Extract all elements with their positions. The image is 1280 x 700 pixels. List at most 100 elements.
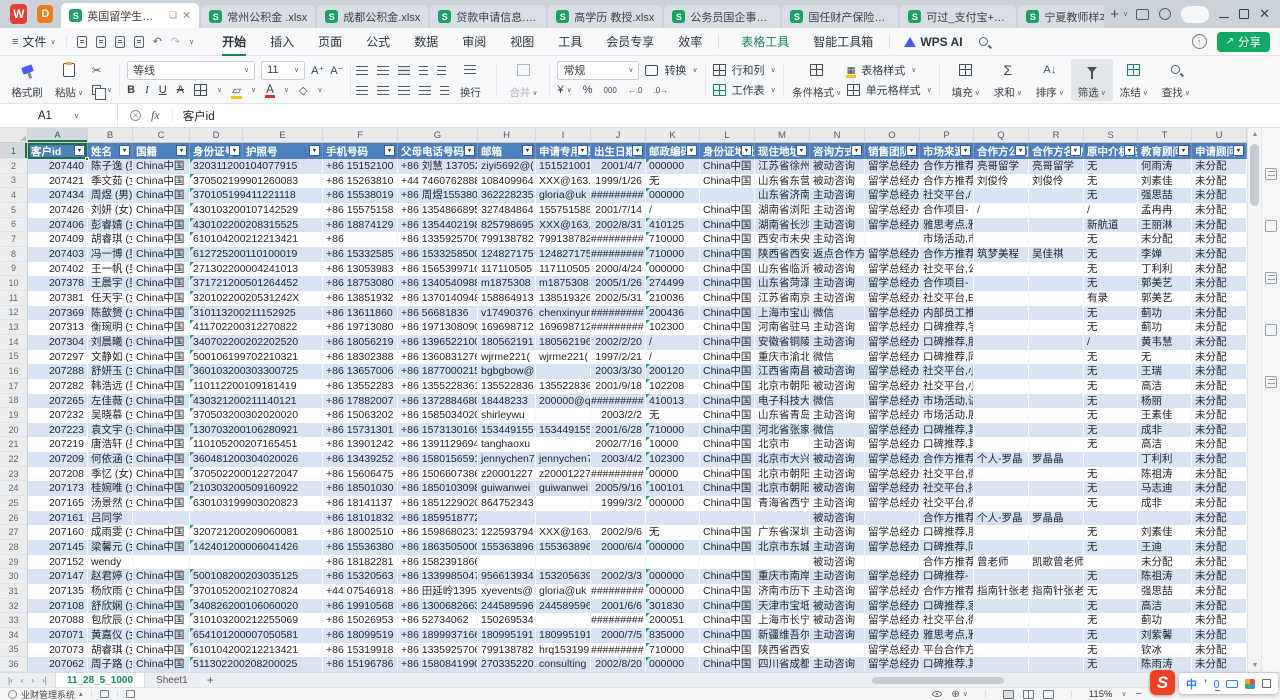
- align-right-icon[interactable]: [398, 86, 410, 95]
- cell[interactable]: 未分配: [1192, 599, 1247, 614]
- cell[interactable]: 刘俊伶: [1029, 174, 1084, 189]
- cell[interactable]: shirleywu: [478, 408, 536, 423]
- cell[interactable]: 956613934: [478, 569, 536, 584]
- cell[interactable]: China中国: [700, 467, 755, 482]
- cell[interactable]: xyevents@: [478, 584, 536, 599]
- row-number-16[interactable]: 16: [0, 364, 28, 379]
- cell[interactable]: China中国: [133, 423, 190, 438]
- cell[interactable]: 留学总经办: [865, 599, 920, 614]
- row-number-27[interactable]: 27: [0, 525, 28, 540]
- cell[interactable]: China中国: [133, 350, 190, 365]
- cell[interactable]: China中国: [700, 350, 755, 365]
- cell[interactable]: 成雨雯 (女): [88, 525, 133, 540]
- cell[interactable]: 未分配: [1192, 247, 1247, 262]
- cell[interactable]: +86 1851229020: [398, 496, 478, 511]
- cell[interactable]: +86 13611860: [323, 306, 398, 321]
- cell[interactable]: 207282: [28, 379, 88, 394]
- cell[interactable]: 留学总经办: [865, 657, 920, 672]
- cell[interactable]: 留学总经办: [865, 306, 920, 321]
- cell[interactable]: China中国: [133, 481, 190, 496]
- cell[interactable]: 市场活动,展会: [920, 408, 974, 423]
- document-tab[interactable]: S贷款申请信息.xlsx: [430, 5, 546, 28]
- cell[interactable]: 社交平台,E: [920, 291, 974, 306]
- preview-icon[interactable]: [134, 36, 144, 48]
- cell[interactable]: 710000: [646, 423, 700, 438]
- cell[interactable]: 亮哥留学: [974, 159, 1029, 174]
- cell[interactable]: 主动咨询: [810, 218, 865, 233]
- cell[interactable]: 吕同学: [88, 511, 133, 526]
- cell[interactable]: [865, 232, 920, 247]
- cell[interactable]: 207409: [28, 232, 88, 247]
- cell[interactable]: 135522836: [536, 379, 591, 394]
- cell[interactable]: [974, 525, 1029, 540]
- cell[interactable]: 未分配: [1192, 159, 1247, 174]
- find-button[interactable]: 查找∨: [1155, 59, 1197, 101]
- filter-dropdown-icon[interactable]: ▼: [741, 145, 752, 156]
- cell[interactable]: [974, 379, 1029, 394]
- cell[interactable]: 北京市朝阳: [755, 481, 810, 496]
- cell[interactable]: 留学总经办: [865, 613, 920, 628]
- wrap-text-button[interactable]: 换行: [449, 59, 491, 101]
- header-cell[interactable]: 申请顾问▼: [1192, 143, 1247, 159]
- cell[interactable]: [974, 218, 1029, 233]
- rows-cols-button[interactable]: 行和列: [732, 62, 765, 78]
- horizontal-scroll-thumb[interactable]: [872, 677, 1004, 684]
- cell[interactable]: 207313: [28, 320, 88, 335]
- cell[interactable]: 180562191: [478, 335, 536, 350]
- cell[interactable]: +86 15332585: [323, 247, 398, 262]
- cell[interactable]: 124827175: [536, 247, 591, 262]
- align-center-icon[interactable]: [377, 86, 389, 95]
- cell[interactable]: 微信: [810, 306, 865, 321]
- cell[interactable]: +86 15196786: [323, 657, 398, 672]
- cell[interactable]: 630103199903020823: [190, 496, 323, 511]
- cell[interactable]: 微信: [810, 423, 865, 438]
- cell[interactable]: +86 18101832: [323, 511, 398, 526]
- row-number-34[interactable]: 34: [0, 628, 28, 643]
- cell[interactable]: 000000: [646, 569, 700, 584]
- cell[interactable]: 1997/2/21: [591, 350, 646, 365]
- cell[interactable]: [1029, 188, 1084, 203]
- cell[interactable]: guiwanwei: [478, 481, 536, 496]
- filter-dropdown-icon[interactable]: ▼: [229, 145, 240, 156]
- cell[interactable]: 未分配: [1192, 511, 1247, 526]
- cell[interactable]: 2003/4/2: [591, 452, 646, 467]
- cell[interactable]: 无: [1084, 188, 1138, 203]
- cell[interactable]: 留学总经办: [865, 628, 920, 643]
- cell[interactable]: 赵君婷 (女): [88, 569, 133, 584]
- cell[interactable]: China中国: [133, 174, 190, 189]
- cell[interactable]: 未分配: [1192, 276, 1247, 291]
- cell[interactable]: 207402: [28, 262, 88, 277]
- cell[interactable]: China中国: [133, 291, 190, 306]
- cell[interactable]: 王丽淋: [1138, 218, 1192, 233]
- cell[interactable]: 370502199901260083: [190, 174, 323, 189]
- cell[interactable]: China中国: [133, 657, 190, 672]
- redo-icon[interactable]: ↷: [171, 35, 180, 48]
- cell[interactable]: 未分配: [1192, 320, 1247, 335]
- account-avatar[interactable]: [1181, 6, 1209, 23]
- add-sheet-button[interactable]: +: [207, 673, 214, 687]
- cell[interactable]: [974, 232, 1029, 247]
- cell[interactable]: +86 1355228361: [398, 379, 478, 394]
- column-letter-M[interactable]: M: [755, 128, 810, 143]
- cell[interactable]: 2001/7/14: [591, 203, 646, 218]
- cell[interactable]: 未分配: [1192, 364, 1247, 379]
- merge-cells-button[interactable]: 合并∨: [502, 59, 544, 101]
- cell[interactable]: 社交平台,微信: [920, 496, 974, 511]
- cell[interactable]: 710000: [646, 643, 700, 658]
- cell[interactable]: [974, 291, 1029, 306]
- cell[interactable]: 主动咨询: [810, 232, 865, 247]
- cell[interactable]: 主动咨询: [810, 467, 865, 482]
- align-top-icon[interactable]: [356, 66, 368, 75]
- tab-preview-icon[interactable]: ❑: [169, 10, 177, 21]
- cell[interactable]: 梁馨元 (女): [88, 540, 133, 555]
- cell[interactable]: 无: [1084, 613, 1138, 628]
- cell[interactable]: China中国: [700, 174, 755, 189]
- cell[interactable]: China中国: [133, 613, 190, 628]
- undo-icon[interactable]: ↶: [153, 35, 162, 48]
- cell[interactable]: [1084, 452, 1138, 467]
- cell[interactable]: 无: [1084, 379, 1138, 394]
- cell[interactable]: China中国: [700, 247, 755, 262]
- cell[interactable]: 无: [1084, 306, 1138, 321]
- cell[interactable]: 180995191: [536, 628, 591, 643]
- cell[interactable]: 社交平台,小红书: [920, 379, 974, 394]
